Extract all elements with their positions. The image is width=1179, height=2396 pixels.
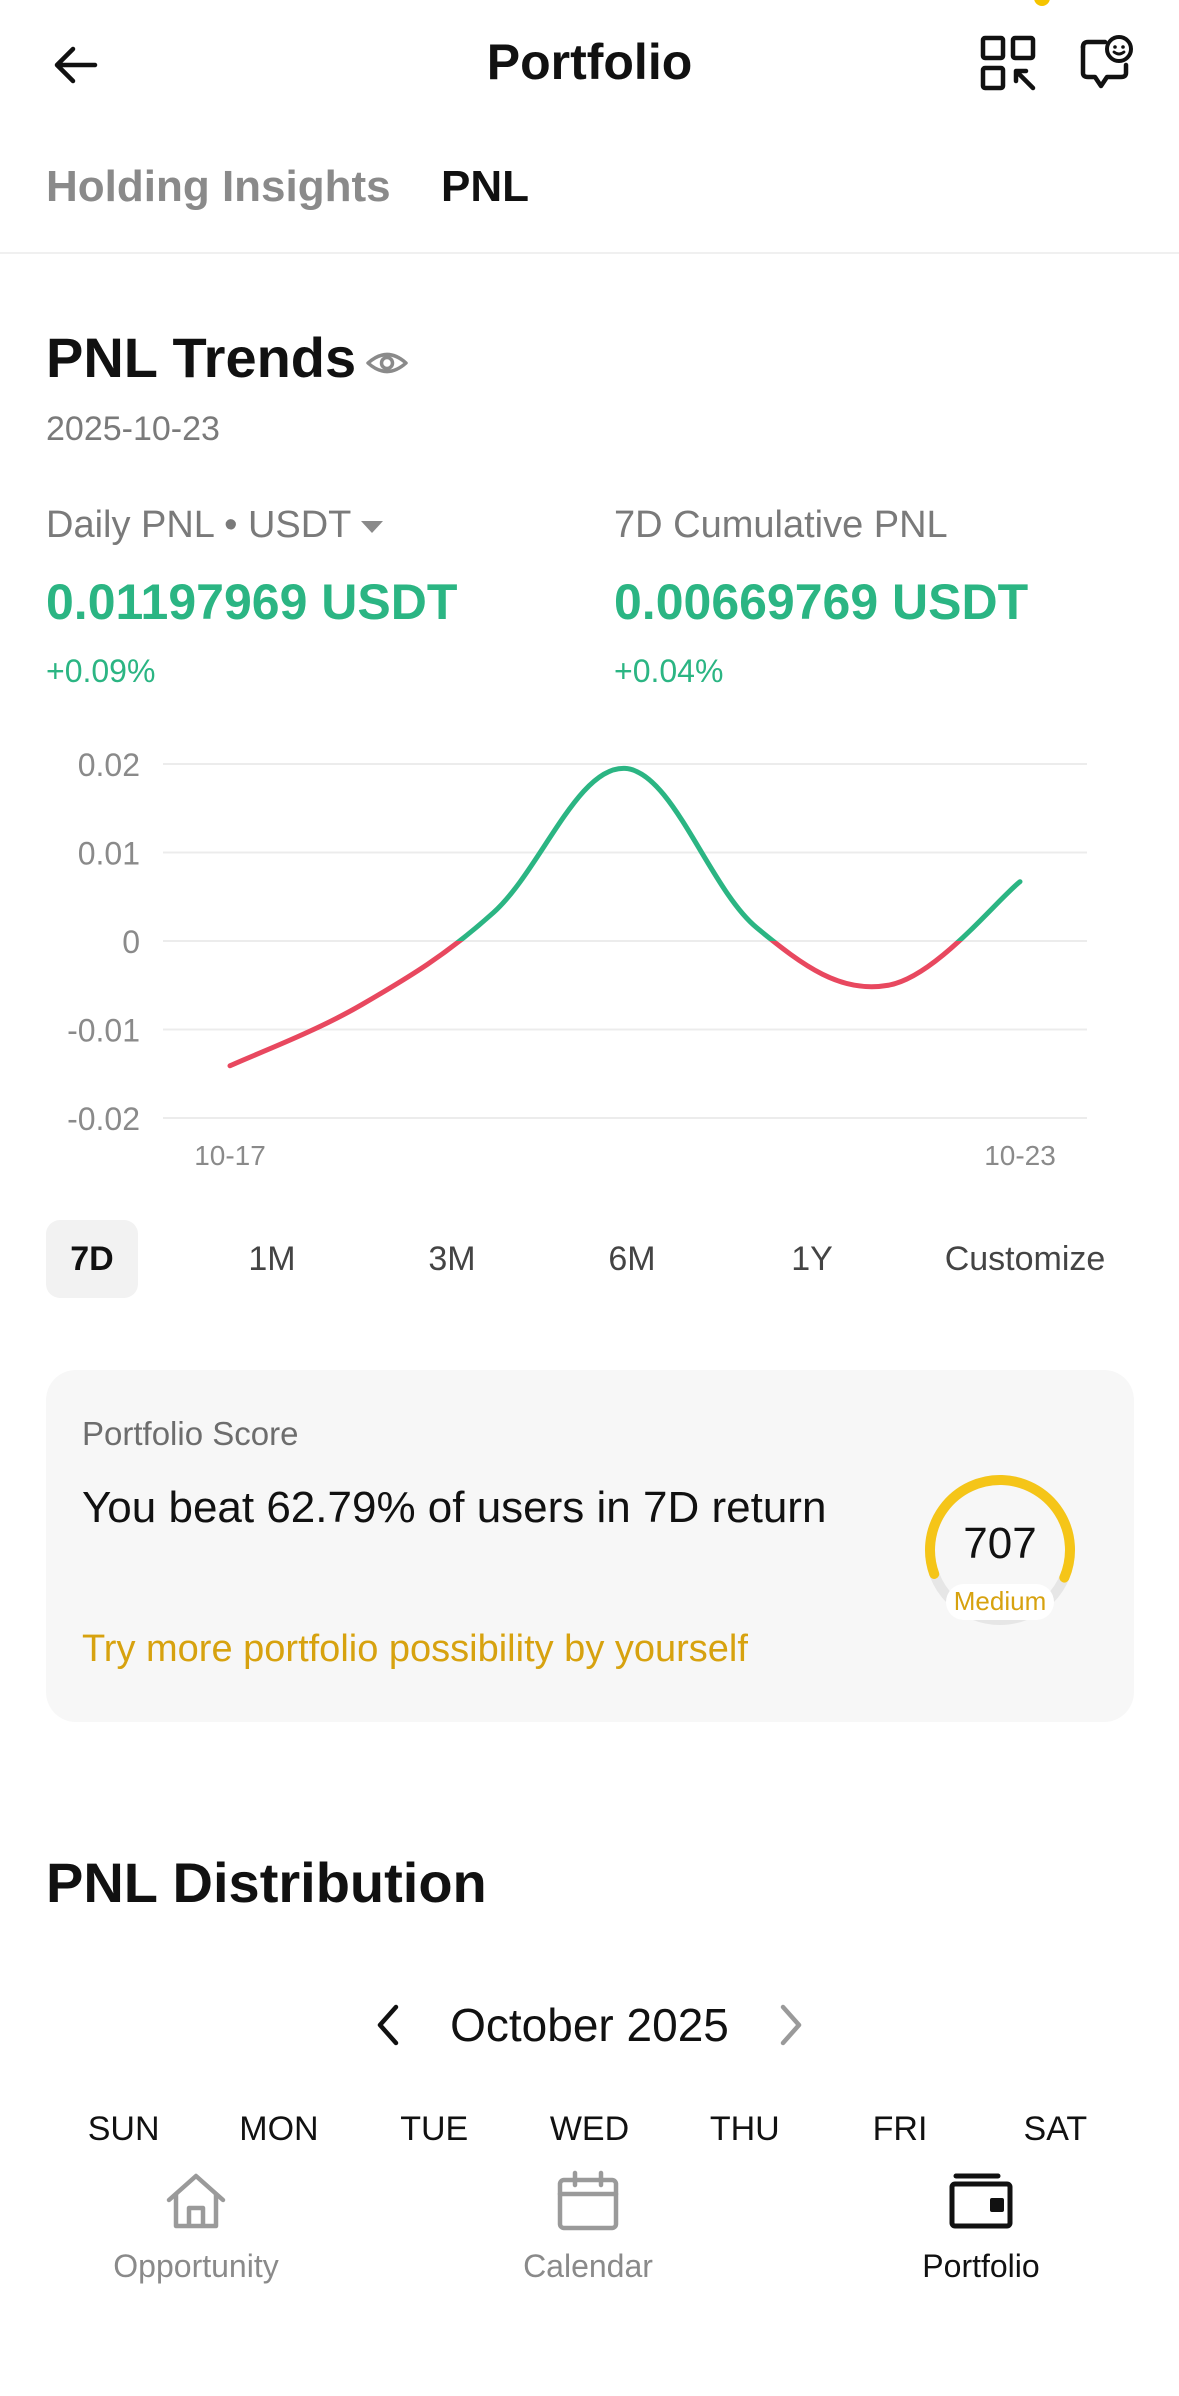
support-button[interactable] [1070,28,1140,98]
y-tick-label: 0 [122,924,140,960]
tab-pnl[interactable]: PNL [441,160,529,214]
home-icon [166,2173,226,2229]
daily-pnl-selector[interactable]: Daily PNL • USDT [46,502,384,548]
header-divider [0,252,1179,254]
x-tick-label: 10-17 [194,1140,266,1171]
weekday-header: SUN MON TUE WED THU FRI SAT [0,2110,1179,2149]
range-3m[interactable]: 3M [406,1220,498,1298]
pnl-trend-chart[interactable]: 0.02 0.01 0 -0.01 -0.02 10-17 10-23 [0,720,1179,1180]
nav-item-portfolio[interactable]: Portfolio [851,2170,1111,2285]
weekday-label: SUN [87,2110,160,2148]
nav-label-opportunity: Opportunity [113,2248,279,2284]
score-gauge: 707 Medium [925,1475,1075,1625]
qr-scan-icon [980,35,1036,91]
daily-pnl-value: 0.01197969 USDT [46,574,458,630]
notification-dot [1034,0,1050,6]
y-tick-label: 0.01 [78,836,140,872]
qr-scan-button[interactable] [973,28,1043,98]
range-7d[interactable]: 7D [46,1220,138,1298]
eye-icon [366,352,408,374]
x-tick-label: 10-23 [984,1140,1056,1171]
nav-item-calendar[interactable]: Calendar [458,2170,718,2285]
pnl-trends-title: PNL Trends [46,326,357,389]
range-1y[interactable]: 1Y [766,1220,858,1298]
nav-label-calendar: Calendar [523,2248,653,2284]
pnl-date: 2025-10-23 [46,410,220,448]
score-level: Medium [954,1586,1046,1616]
daily-pnl-change: +0.09% [46,653,156,689]
cumulative-pnl-change: +0.04% [614,653,724,689]
nav-item-opportunity[interactable]: Opportunity [66,2170,326,2285]
portfolio-score-text: You beat 62.79% of users in 7D return [82,1483,827,1532]
weekday-label: FRI [872,2110,928,2148]
weekday-label: THU [709,2110,780,2148]
cumulative-pnl-value: 0.00669769 USDT [614,574,1029,630]
chat-support-icon [1080,35,1133,89]
range-customize[interactable]: Customize [930,1220,1120,1298]
wallet-icon [949,2173,1013,2229]
pnl-line-positive [455,765,1023,941]
range-1m[interactable]: 1M [226,1220,318,1298]
score-value: 707 [963,1519,1036,1568]
range-6m[interactable]: 6M [586,1220,678,1298]
y-tick-label: -0.02 [67,1101,140,1137]
daily-pnl-label: Daily PNL • USDT [46,504,352,546]
y-tick-label: -0.01 [67,1013,140,1049]
portfolio-possibility-link[interactable]: Try more portfolio possibility by yourse… [82,1628,748,1671]
prev-month-button[interactable] [366,1995,410,2055]
caret-down-icon [361,520,384,533]
portfolio-score-label: Portfolio Score [82,1415,299,1452]
weekday-label: TUE [400,2110,469,2148]
y-tick-label: 0.02 [78,747,140,783]
calendar-icon [557,2170,619,2231]
cumulative-pnl-label: 7D Cumulative PNL [614,504,948,546]
month-navigator: October 2025 [0,1990,1179,2060]
month-label: October 2025 [450,1999,729,2051]
nav-label-portfolio: Portfolio [922,2248,1040,2284]
pnl-line-negative [227,941,963,1069]
tab-holding-insights[interactable]: Holding Insights [46,160,391,214]
weekday-label: MON [239,2110,319,2148]
chevron-right-icon [780,2004,802,2046]
chevron-left-icon [377,2004,399,2046]
pnl-distribution-title: PNL Distribution [46,1851,487,1914]
weekday-label: WED [549,2110,630,2148]
weekday-label: SAT [1023,2110,1088,2148]
next-month-button[interactable] [769,1995,813,2055]
visibility-toggle[interactable] [364,340,410,386]
